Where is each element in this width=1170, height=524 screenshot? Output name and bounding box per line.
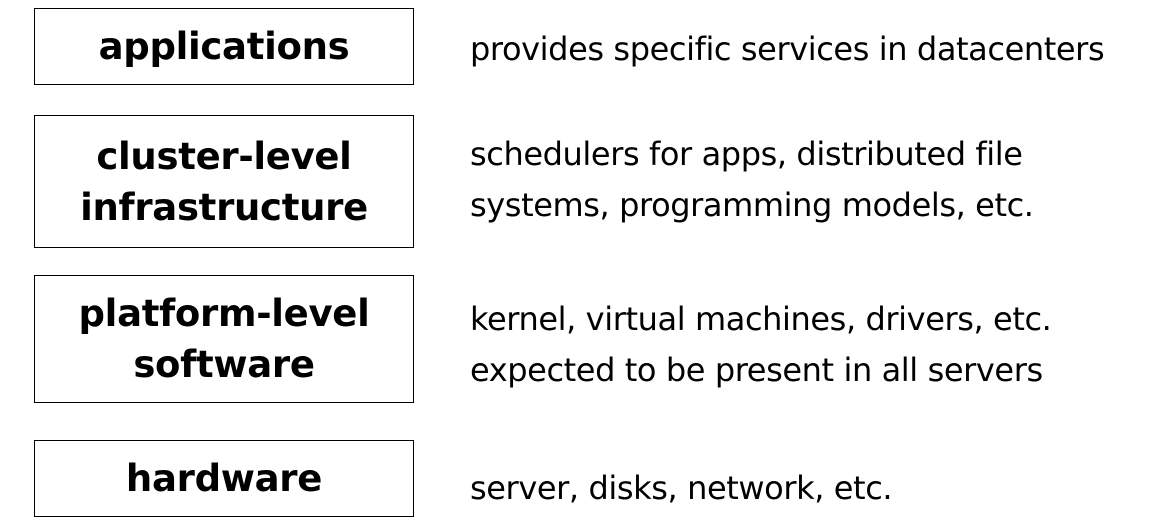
layer-label-cluster-level-infrastructure: cluster-level infrastructure <box>80 134 368 229</box>
layer-box-platform-level-software: platform-level software <box>34 275 414 403</box>
layer-description-applications: provides specific services in datacenter… <box>470 21 1160 77</box>
layer-label-hardware: hardware <box>125 457 323 500</box>
layer-box-applications: applications <box>34 8 414 85</box>
layer-description-cluster-level-infrastructure: schedulers for apps, distributed file sy… <box>470 125 1160 235</box>
layer-description-hardware: server, disks, network, etc. <box>470 460 1160 516</box>
layer-label-applications: applications <box>98 25 350 68</box>
layer-description-text: schedulers for apps, distributed file sy… <box>470 135 1034 224</box>
layer-description-text: server, disks, network, etc. <box>470 468 893 507</box>
layer-box-hardware: hardware <box>34 440 414 517</box>
layer-description-text: kernel, virtual machines, drivers, etc. … <box>470 300 1052 389</box>
layer-description-platform-level-software: kernel, virtual machines, drivers, etc. … <box>470 290 1160 400</box>
layer-label-platform-level-software: platform-level software <box>78 292 370 386</box>
layer-box-cluster-level-infrastructure: cluster-level infrastructure <box>34 115 414 248</box>
layer-description-text: provides specific services in datacenter… <box>470 29 1105 68</box>
